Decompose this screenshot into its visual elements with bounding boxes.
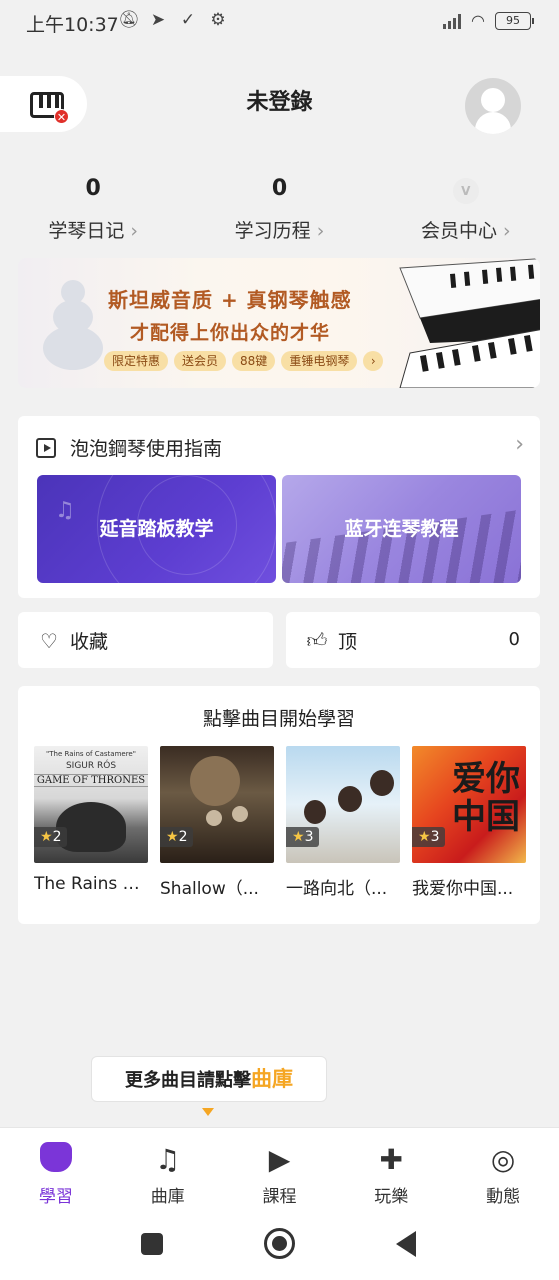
songs-card: 點擊曲目開始學習 "The Rains of Castamere" SIGUR … [18,686,540,924]
banner-tag: 88键 [232,351,276,371]
telegram-icon: ➤ [150,10,166,30]
home-button[interactable] [264,1228,295,1259]
stat-label: 会员中心 [421,220,498,242]
nav-label: 曲庫 [150,1187,185,1207]
sustain-pedal-tutorial-button[interactable]: ♫ 延音踏板教学 [37,475,276,583]
back-button[interactable] [396,1231,416,1257]
difficulty-badge: ★3 [286,827,320,847]
play-icon [36,437,56,458]
mute-icon: 🔕︎ [118,10,140,30]
difficulty-badge: ★3 [412,827,446,847]
thumbs-up-icon: 👍︎ [306,628,328,652]
stat-member-center[interactable]: V 会员中心 › [373,176,559,246]
stat-value: 0 [85,176,101,201]
song-name: 一路向北（... [286,879,388,899]
favorite-button[interactable]: ♡ 收藏 [18,612,273,668]
music-note-icon: ♫ [55,498,75,523]
signal-icon [443,13,462,29]
song-cover: ★2 [160,746,274,863]
guide-header[interactable]: 泡泡鋼琴使用指南 [36,434,222,461]
recents-button[interactable] [141,1233,163,1255]
more-songs-button[interactable]: 更多曲目請點擊曲庫 [91,1056,327,1102]
avatar[interactable] [465,78,521,134]
nav-item-learn[interactable]: 學習 [0,1128,112,1211]
song-name: Shallow（... [160,879,259,899]
status-system-icons: ◠ 95 [443,11,534,30]
christmas-tree-illustration [38,270,108,380]
button-label: 蓝牙连琴教程 [344,518,459,540]
chevron-right-icon: › [363,351,384,371]
difficulty-badge: ★2 [34,827,68,847]
banner-tag: 限定特惠 [104,351,169,371]
stat-label: 学习历程 [234,220,311,242]
more-songs-highlight: 曲庫 [251,1067,293,1091]
nav-item-library[interactable]: ♫ 曲庫 [112,1128,224,1211]
banner-tags: 限定特惠 送会员 88键 重锤电钢琴 › [104,351,384,371]
status-bar: 上午10:37 🔕︎ ➤ ✓ ⚙ ◠ 95 [0,0,559,44]
stat-practice-diary[interactable]: 0 学琴日记 › [0,176,186,246]
chevron-right-icon[interactable]: › [515,432,524,457]
gamepad-icon: ✚ [379,1143,404,1176]
banner-tag: 送会员 [174,351,227,371]
wifi-icon: ◠ [471,11,485,30]
pointer-arrow-icon [202,1108,214,1116]
piano-keys-illustration [399,258,540,388]
songs-title: 點擊曲目開始學習 [202,708,355,730]
gear-icon: ⚙ [210,10,226,30]
button-label: 延音踏板教学 [99,518,214,540]
song-cover: ★3 [286,746,400,863]
difficulty-badge: ★2 [160,827,194,847]
heart-icon: ♡ [40,628,58,653]
banner-headline: 斯坦威音质 + 真钢琴触感 [108,288,352,312]
banner-tag: 重锤电钢琴 [281,351,358,371]
check-icon: ✓ [180,10,196,30]
guide-title: 泡泡鋼琴使用指南 [70,438,223,460]
nav-label: 學習 [38,1187,73,1207]
status-time: 上午10:37 [26,14,119,36]
chevron-right-icon: › [503,220,511,242]
stats-row: 0 学琴日记 › 0 学习历程 › V 会员中心 › [0,176,559,246]
banner-subheadline: 才配得上你出众的才华 [130,322,331,344]
piano-icon [0,1142,112,1178]
nav-label: 課程 [262,1187,297,1207]
nav-label: 動態 [486,1187,521,1207]
nav-label: 玩樂 [374,1187,409,1207]
favorite-label: 收藏 [70,631,109,653]
chevron-right-icon: › [130,220,138,242]
stat-label: 学琴日记 [48,220,125,242]
song-name: The Rains o... [34,874,148,894]
song-cover: 爱你中国 ★3 [412,746,526,863]
song-item[interactable]: 爱你中国 ★3 我爱你中国... [412,746,526,899]
nav-item-play[interactable]: ✚ 玩樂 [335,1128,447,1211]
nav-item-courses[interactable]: ▶ 課程 [224,1128,336,1211]
song-item[interactable]: ★3 一路向北（... [286,746,400,899]
song-item[interactable]: ★2 Shallow（... [160,746,274,899]
song-cover: "The Rains of Castamere" SIGUR RÓS GAME … [34,746,148,863]
like-count: 0 [508,629,520,650]
header: ✕ 未登錄 [0,76,559,134]
bottom-nav: 學習 ♫ 曲庫 ▶ 課程 ✚ 玩樂 ◎ 動態 [0,1127,559,1211]
guide-card: 泡泡鋼琴使用指南 › ♫ 延音踏板教学 蓝牙连琴教程 [18,416,540,598]
stat-learning-history[interactable]: 0 学习历程 › [186,176,372,246]
music-library-icon: ♫ [155,1143,181,1176]
song-name: 我爱你中国... [412,879,514,899]
promo-banner[interactable]: 斯坦威音质 + 真钢琴触感 才配得上你出众的才华 限定特惠 送会员 88键 重锤… [18,258,540,388]
like-button[interactable]: 👍︎ 顶 0 [286,612,540,668]
system-nav-bar [0,1211,559,1280]
song-list: "The Rains of Castamere" SIGUR RÓS GAME … [34,746,526,899]
bluetooth-connect-tutorial-button[interactable]: 蓝牙连琴教程 [282,475,521,583]
status-notification-icons: 🔕︎ ➤ ✓ ⚙ [118,10,228,30]
chevron-right-icon: › [316,220,325,242]
vip-icon: V [452,178,479,204]
nav-item-feed[interactable]: ◎ 動態 [447,1128,559,1211]
song-item[interactable]: "The Rains of Castamere" SIGUR RÓS GAME … [34,746,148,899]
more-songs-prefix: 更多曲目請點擊 [125,1070,251,1091]
like-label: 顶 [338,631,358,653]
stat-value: 0 [271,176,288,201]
planet-icon: ◎ [490,1143,516,1176]
course-icon: ▶ [268,1143,291,1176]
battery-icon: 95 [495,11,534,30]
